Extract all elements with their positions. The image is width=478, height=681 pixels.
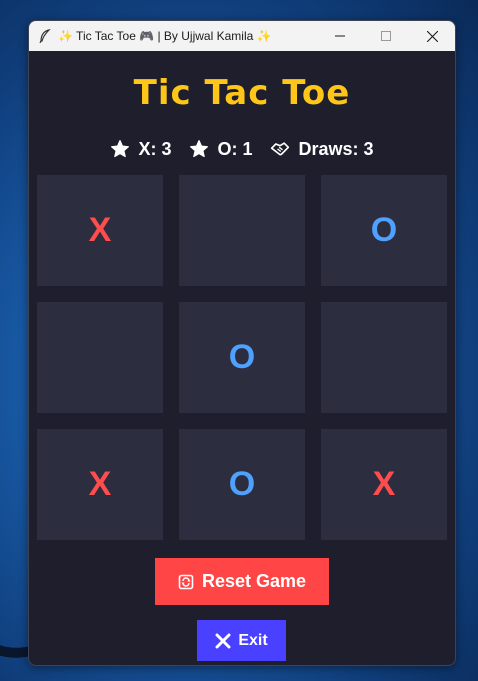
reset-game-button[interactable]: Reset Game (155, 558, 329, 605)
star-icon (190, 140, 209, 158)
window-title: ✨ Tic Tac Toe 🎮 | By Ujjwal Kamila ✨ (58, 29, 272, 43)
handshake-icon (271, 142, 290, 156)
close-button[interactable] (409, 21, 455, 51)
board-cell-8[interactable]: O (179, 429, 305, 540)
window-controls (317, 21, 455, 51)
score-x: X: 3 (110, 139, 171, 160)
reset-icon (178, 574, 194, 589)
reset-game-label: Reset Game (201, 571, 307, 591)
game-board: X O O X O X (37, 175, 447, 540)
board-cell-3[interactable]: O (321, 175, 447, 286)
close-icon (426, 30, 438, 42)
score-draws: Draws: 3 (270, 138, 374, 160)
x-mark-icon (215, 633, 231, 648)
star-icon (111, 140, 130, 158)
minimize-button[interactable] (317, 21, 363, 51)
exit-label: Exit (238, 631, 268, 649)
minimize-icon (335, 35, 345, 37)
board-cell-5[interactable]: O (179, 302, 305, 413)
score-x-label: X: 3 (138, 138, 172, 159)
board-cell-4[interactable] (37, 302, 163, 413)
maximize-icon (381, 31, 391, 41)
feather-icon (38, 29, 52, 43)
desktop-background: ✨ Tic Tac Toe 🎮 | By Ujjwal Kamila ✨ Tic… (0, 0, 478, 681)
board-cell-2[interactable] (179, 175, 305, 286)
board-cell-6[interactable] (321, 302, 447, 413)
board-cell-1[interactable]: X (37, 175, 163, 286)
board-cell-7[interactable]: X (37, 429, 163, 540)
board-cell-9[interactable]: X (321, 429, 447, 540)
score-draws-label: Draws: 3 (298, 138, 374, 159)
title-bar[interactable]: ✨ Tic Tac Toe 🎮 | By Ujjwal Kamila ✨ (29, 21, 455, 51)
scoreboard: X: 3 O: 1 Draws: 3 (29, 135, 455, 163)
score-o-label: O: 1 (217, 138, 253, 159)
game-title: Tic Tac Toe (133, 73, 351, 113)
score-o: O: 1 (189, 139, 252, 160)
app-window: ✨ Tic Tac Toe 🎮 | By Ujjwal Kamila ✨ Tic… (28, 20, 456, 666)
maximize-button[interactable] (363, 21, 409, 51)
exit-button[interactable]: Exit (197, 620, 286, 661)
